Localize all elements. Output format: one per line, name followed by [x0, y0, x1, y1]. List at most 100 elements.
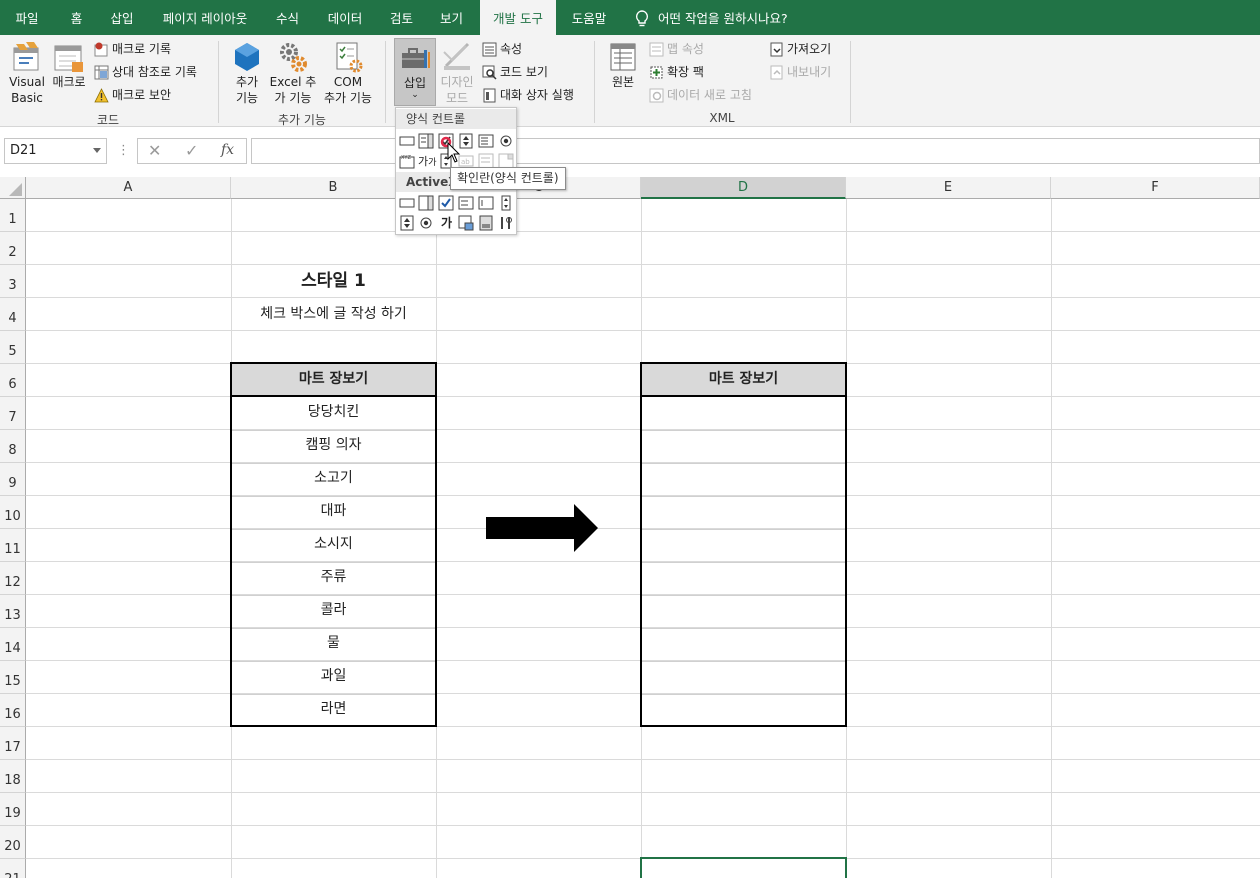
right-arrow-shape[interactable]	[486, 504, 599, 553]
ax-combo-box-control-icon[interactable]	[418, 195, 434, 211]
worksheet-grid[interactable]: A B C D E F 1234567891011121314151617181…	[0, 177, 1260, 878]
ax-option-button-control-icon[interactable]	[418, 215, 434, 231]
list-item[interactable]: 캠핑 의자	[231, 429, 436, 462]
column-header-a[interactable]: A	[26, 177, 231, 199]
chevron-down-icon[interactable]	[93, 148, 101, 153]
tab-page-layout[interactable]: 페이지 레이아웃	[145, 0, 265, 35]
ax-scroll-bar-control-icon[interactable]	[498, 195, 514, 211]
xml-source-button[interactable]: 원본	[604, 40, 642, 90]
view-code-button[interactable]: 코드 보기	[482, 62, 548, 82]
row-header-5[interactable]: 5	[0, 331, 26, 364]
list-item[interactable]: 과일	[231, 660, 436, 693]
ax-list-box-control-icon[interactable]	[458, 195, 474, 211]
design-mode-label: 디자인 모드	[440, 75, 474, 105]
button-control-icon[interactable]	[399, 133, 415, 149]
tab-review[interactable]: 검토	[380, 0, 423, 35]
group-box-control-icon[interactable]: XYZ	[399, 153, 415, 169]
active-cell-d21[interactable]	[640, 857, 847, 878]
macro-button[interactable]: 매크로	[50, 40, 88, 90]
column-header-f[interactable]: F	[1051, 177, 1260, 199]
row-header-4[interactable]: 4	[0, 298, 26, 331]
list-item[interactable]: 소시지	[231, 528, 436, 561]
row-header-2[interactable]: 2	[0, 232, 26, 265]
tab-home[interactable]: 홈	[54, 0, 99, 35]
row-header-6[interactable]: 6	[0, 364, 26, 397]
tab-file[interactable]: 파일	[0, 0, 54, 35]
row-header-20[interactable]: 20	[0, 826, 26, 859]
macro-security-button[interactable]: 매크로 보안	[94, 85, 171, 105]
select-all-corner[interactable]	[0, 177, 26, 199]
insert-control-button[interactable]: 삽입 ⌄	[394, 38, 436, 106]
row-header-8[interactable]: 8	[0, 430, 26, 463]
table-header[interactable]: 마트 장보기	[642, 364, 845, 397]
row-header-9[interactable]: 9	[0, 463, 26, 496]
list-item[interactable]: 대파	[231, 495, 436, 528]
ax-text-box-control-icon[interactable]	[478, 195, 494, 211]
properties-button[interactable]: 속성	[482, 39, 522, 59]
row-header-15[interactable]: 15	[0, 661, 26, 694]
sheet-title[interactable]: 스타일 1	[231, 265, 436, 298]
map-properties-button[interactable]: 맵 속성	[649, 39, 704, 59]
refresh-data-button[interactable]: 데이터 새로 고침	[649, 85, 752, 105]
record-macro-button[interactable]: 매크로 기록	[94, 39, 171, 59]
row-header-10[interactable]: 10	[0, 496, 26, 529]
row-header-7[interactable]: 7	[0, 397, 26, 430]
ax-button-control-icon[interactable]	[399, 195, 415, 211]
tab-view[interactable]: 보기	[423, 0, 480, 35]
relative-reference-label: 상대 참조로 기록	[112, 65, 197, 79]
com-addins-button[interactable]: COM 추가 기능	[320, 40, 376, 106]
row-header-3[interactable]: 3	[0, 265, 26, 298]
row-header-1[interactable]: 1	[0, 199, 26, 232]
row-header-17[interactable]: 17	[0, 727, 26, 760]
column-header-d[interactable]: D	[641, 177, 846, 199]
list-item[interactable]: 라면	[231, 693, 436, 726]
visual-basic-button[interactable]: Visual Basic	[6, 40, 48, 106]
list-item[interactable]: 물	[231, 627, 436, 660]
label-control-icon[interactable]: 가가	[418, 153, 437, 169]
ax-checkbox-control-icon[interactable]	[438, 195, 454, 211]
list-item[interactable]: 콜라	[231, 594, 436, 627]
map-properties-icon	[649, 42, 664, 57]
row-header-19[interactable]: 19	[0, 793, 26, 826]
row-header-16[interactable]: 16	[0, 694, 26, 727]
enter-icon[interactable]: ✓	[185, 141, 198, 160]
row-header-18[interactable]: 18	[0, 760, 26, 793]
sheet-subtitle[interactable]: 체크 박스에 글 작성 하기	[231, 298, 436, 331]
excel-addins-button[interactable]: Excel 추 가 기능	[268, 40, 318, 106]
column-header-e[interactable]: E	[846, 177, 1051, 199]
tab-insert[interactable]: 삽입	[99, 0, 145, 35]
run-dialog-button[interactable]: 대화 상자 실행	[482, 85, 574, 105]
table-header[interactable]: 마트 장보기	[232, 364, 435, 397]
row-header-12[interactable]: 12	[0, 562, 26, 595]
ax-more-controls-icon[interactable]	[498, 215, 514, 231]
cancel-icon[interactable]: ✕	[148, 141, 161, 160]
combo-box-control-icon[interactable]	[418, 133, 434, 149]
expansion-pack-button[interactable]: 확장 팩	[649, 62, 704, 82]
tab-developer[interactable]: 개발 도구	[480, 0, 556, 35]
list-item[interactable]: 주류	[231, 561, 436, 594]
name-box[interactable]: D21	[4, 138, 107, 164]
insert-function-icon[interactable]: fx	[221, 142, 234, 158]
tab-data[interactable]: 데이터	[310, 0, 380, 35]
ax-toggle-button-control-icon[interactable]	[478, 215, 494, 231]
ax-spin-button-control-icon[interactable]	[399, 215, 415, 231]
row-header-13[interactable]: 13	[0, 595, 26, 628]
ax-label-control-icon[interactable]: 가	[441, 214, 452, 231]
more-options-icon[interactable]: ⋮	[117, 143, 130, 158]
relative-reference-button[interactable]: 상대 참조로 기록	[94, 62, 197, 82]
tab-help[interactable]: 도움말	[556, 0, 622, 35]
option-button-control-icon[interactable]	[498, 133, 514, 149]
tell-me-search[interactable]: 어떤 작업을 원하시나요?	[658, 0, 808, 35]
list-box-control-icon[interactable]	[478, 133, 494, 149]
row-header-14[interactable]: 14	[0, 628, 26, 661]
row-header-21[interactable]: 21	[0, 859, 26, 878]
tab-formulas[interactable]: 수식	[265, 0, 310, 35]
list-item[interactable]: 소고기	[231, 462, 436, 495]
addins-button[interactable]: 추가 기능	[228, 40, 266, 106]
ax-image-control-icon[interactable]	[458, 215, 474, 231]
import-button[interactable]: 가져오기	[769, 39, 831, 59]
export-button[interactable]: 내보내기	[769, 62, 831, 82]
design-mode-button[interactable]: 디자인 모드	[438, 40, 476, 106]
list-item[interactable]: 당당치킨	[231, 396, 436, 429]
row-header-11[interactable]: 11	[0, 529, 26, 562]
